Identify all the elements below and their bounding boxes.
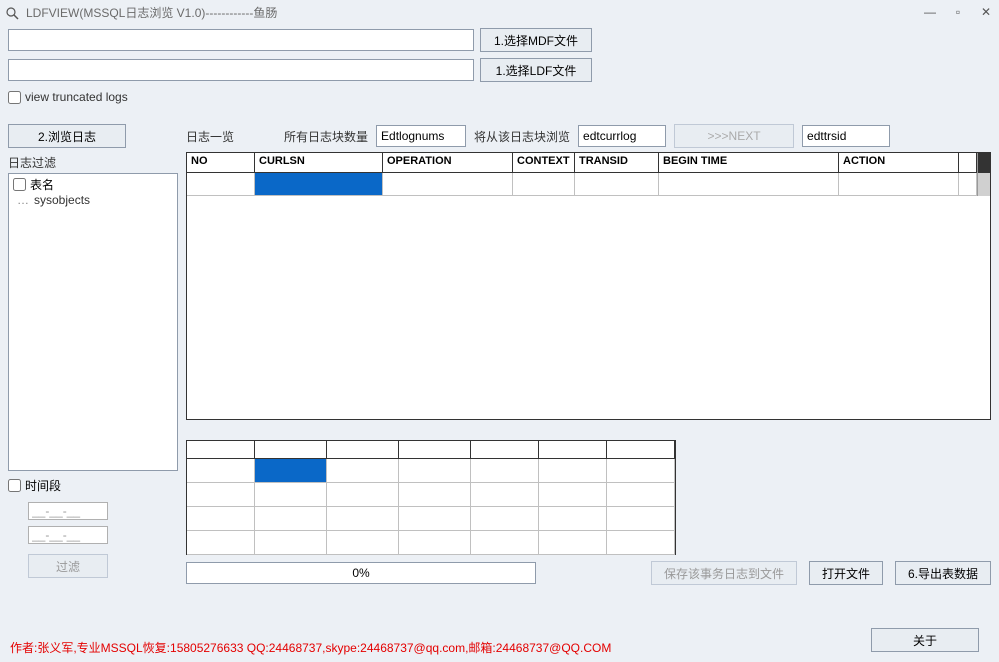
block-count-label: 所有日志块数量 (284, 128, 368, 145)
detail-row[interactable] (187, 507, 675, 531)
table-tree[interactable]: 表名 … sysobjects (8, 173, 178, 471)
right-panel: 日志一览 所有日志块数量 将从该日志块浏览 >>>NEXT NO CURLSN … (186, 124, 991, 585)
date-from-input[interactable] (28, 502, 108, 520)
grid-header: NO CURLSN OPERATION CONTEXT TRANSID BEGI… (187, 153, 990, 173)
g2-col1[interactable] (187, 441, 255, 459)
currlog-input[interactable] (578, 125, 666, 147)
view-truncated-label: view truncated logs (25, 90, 128, 104)
left-panel: 2.浏览日志 日志过滤 表名 … sysobjects 时间段 过滤 (8, 124, 178, 585)
tree-item-label: sysobjects (34, 193, 90, 207)
cell-begintime[interactable] (659, 173, 839, 196)
about-button[interactable]: 关于 (871, 628, 979, 652)
cell-curlsn-selected[interactable] (255, 173, 383, 196)
cell-action[interactable] (839, 173, 959, 196)
g2-col4[interactable] (399, 441, 471, 459)
lognums-input[interactable] (376, 125, 466, 147)
time-range-checkbox[interactable] (8, 479, 21, 492)
col-curlsn-header[interactable]: CURLSN (255, 153, 383, 173)
time-range-label: 时间段 (25, 477, 61, 494)
col-no-header[interactable]: NO (187, 153, 255, 173)
ldf-path-input[interactable] (8, 59, 474, 81)
cell-transid[interactable] (575, 173, 659, 196)
maximize-button[interactable]: ▫ (951, 5, 965, 19)
export-table-button[interactable]: 6.导出表数据 (895, 561, 991, 585)
log-filter-label: 日志过滤 (8, 152, 178, 173)
next-button[interactable]: >>>NEXT (674, 124, 794, 148)
col-action-header[interactable]: ACTION (839, 153, 959, 173)
view-truncated-row: view truncated logs (0, 88, 999, 124)
detail-grid[interactable] (186, 440, 676, 555)
browse-log-button[interactable]: 2.浏览日志 (8, 124, 126, 148)
log-list-label: 日志一览 (186, 128, 276, 145)
file-select-area: 1.选择MDF文件 1.选择LDF文件 (0, 24, 999, 82)
progress-bar: 0% (186, 562, 536, 584)
tree-item-sysobjects[interactable]: … sysobjects (13, 193, 173, 207)
grid-scroll-top[interactable] (977, 153, 990, 173)
cell-tail (959, 173, 977, 196)
select-ldf-button[interactable]: 1.选择LDF文件 (480, 58, 592, 82)
tree-branch-icon: … (17, 193, 30, 207)
app-icon (6, 4, 22, 20)
log-toolbar: 日志一览 所有日志块数量 将从该日志块浏览 >>>NEXT (186, 124, 991, 148)
footer: 作者:张义军,专业MSSQL恢复:15805276633 QQ:24468737… (10, 639, 989, 656)
col-begintime-header[interactable]: BEGIN TIME (659, 153, 839, 173)
grid-row[interactable] (187, 173, 990, 196)
main-area: 2.浏览日志 日志过滤 表名 … sysobjects 时间段 过滤 日志一览 … (0, 124, 999, 585)
g2-col6[interactable] (539, 441, 607, 459)
cell-no[interactable] (187, 173, 255, 196)
select-mdf-button[interactable]: 1.选择MDF文件 (480, 28, 592, 52)
grid-body (187, 173, 990, 419)
window-title: LDFVIEW(MSSQL日志浏览 V1.0)------------鱼肠 (26, 4, 923, 21)
titlebar: LDFVIEW(MSSQL日志浏览 V1.0)------------鱼肠 — … (0, 0, 999, 24)
col-tail-header (959, 153, 977, 173)
g2-col3[interactable] (327, 441, 399, 459)
minimize-button[interactable]: — (923, 5, 937, 19)
table-name-label: 表名 (30, 176, 54, 193)
bottom-toolbar: 0% 保存该事务日志到文件 打开文件 6.导出表数据 (186, 561, 991, 585)
cell-context[interactable] (513, 173, 575, 196)
log-grid[interactable]: NO CURLSN OPERATION CONTEXT TRANSID BEGI… (186, 152, 991, 420)
detail-grid-header (187, 441, 675, 459)
trsid-input[interactable] (802, 125, 890, 147)
progress-text: 0% (352, 566, 369, 580)
date-to-input[interactable] (28, 526, 108, 544)
detail-cell-selected[interactable] (255, 459, 327, 483)
col-operation-header[interactable]: OPERATION (383, 153, 513, 173)
detail-row[interactable] (187, 483, 675, 507)
author-info: 作者:张义军,专业MSSQL恢复:15805276633 QQ:24468737… (10, 639, 989, 656)
save-trans-log-button[interactable]: 保存该事务日志到文件 (651, 561, 797, 585)
g2-col5[interactable] (471, 441, 539, 459)
g2-col2[interactable] (255, 441, 327, 459)
grid-scroll[interactable] (977, 173, 990, 196)
close-button[interactable]: ✕ (979, 5, 993, 19)
cell-operation[interactable] (383, 173, 513, 196)
detail-row[interactable] (187, 531, 675, 555)
mdf-path-input[interactable] (8, 29, 474, 51)
view-truncated-checkbox[interactable] (8, 91, 21, 104)
col-transid-header[interactable]: TRANSID (575, 153, 659, 173)
window-controls: — ▫ ✕ (923, 5, 993, 19)
open-file-button[interactable]: 打开文件 (809, 561, 883, 585)
detail-row[interactable] (187, 459, 675, 483)
filter-button[interactable]: 过滤 (28, 554, 108, 578)
col-context-header[interactable]: CONTEXT (513, 153, 575, 173)
g2-col7[interactable] (607, 441, 675, 459)
table-name-checkbox[interactable] (13, 178, 26, 191)
from-block-label: 将从该日志块浏览 (474, 128, 570, 145)
